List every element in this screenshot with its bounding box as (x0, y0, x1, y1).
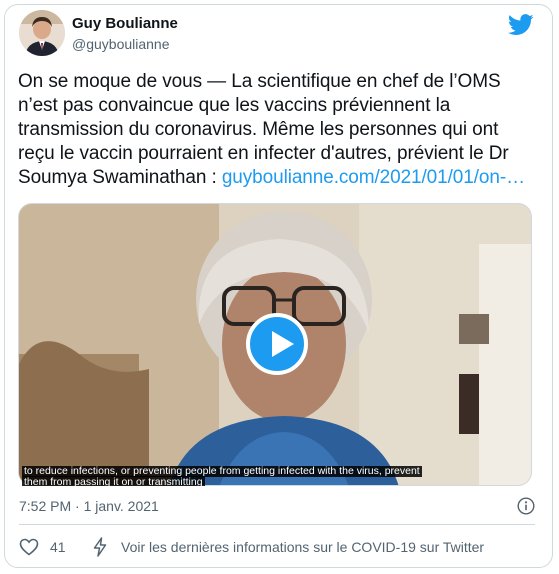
info-icon[interactable] (517, 497, 535, 515)
covid-info-link[interactable]: Voir les dernières informations sur le C… (121, 539, 484, 555)
tweet-text: On se moque de vous — La scientifique en… (18, 70, 533, 190)
tweet-timestamp[interactable]: 7:52 PM · 1 janv. 2021 (19, 498, 159, 514)
play-icon[interactable] (246, 313, 308, 375)
divider (19, 524, 535, 525)
author-name[interactable]: Guy Boulianne (72, 15, 178, 32)
avatar[interactable] (19, 10, 65, 56)
tweet-text-segment: Soumya Swaminathan : (18, 167, 222, 188)
tweet-text-line: On se moque de vous — La scientifique en… (18, 71, 501, 92)
lightning-bolt-icon (93, 537, 107, 557)
caption-line: them from passing it on or transmitting (22, 476, 205, 486)
video-caption: to reduce infections, or preventing peop… (18, 466, 532, 486)
tweet-link[interactable]: guyboulianne.com/2021/01/01/on-… (222, 167, 525, 188)
tweet-text-line: Soumya Swaminathan : guyboulianne.com/20… (18, 166, 533, 190)
author-handle[interactable]: @guyboulianne (72, 36, 170, 52)
tweet-text-line: n’est pas convaincue que les vaccins pré… (18, 95, 451, 116)
twitter-bird-icon[interactable] (508, 14, 534, 36)
tweet-text-line: reçu le vaccin pourraient en infecter d'… (18, 143, 509, 164)
like-count[interactable]: 41 (50, 539, 66, 555)
heart-icon[interactable] (19, 538, 39, 556)
tweet-text-line: transmission du coronavirus. Même les pe… (18, 119, 499, 140)
